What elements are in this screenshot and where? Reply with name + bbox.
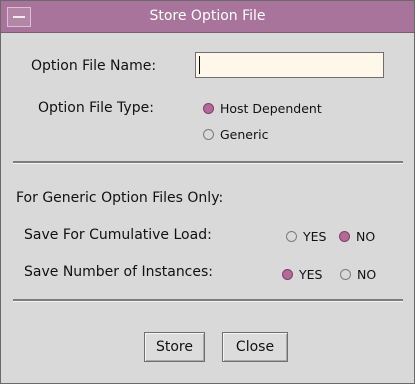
radio-label: NO: [356, 229, 376, 244]
cumulative-load-label: Save For Cumulative Load:: [24, 227, 212, 243]
radio-unselected-icon: [286, 231, 297, 242]
radio-label: Generic: [220, 127, 269, 142]
radio-selected-icon: [339, 231, 350, 242]
number-of-instances-label: Save Number of Instances:: [24, 264, 214, 280]
radio-host-dependent[interactable]: Host Dependent: [203, 101, 322, 116]
option-file-name-label: Option File Name:: [31, 58, 157, 74]
title-bar: Store Option File: [1, 1, 414, 33]
radio-generic[interactable]: Generic: [203, 127, 268, 142]
radio-unselected-icon: [203, 129, 214, 140]
dialog-content: Option File Name: Option File Type: Host…: [1, 33, 414, 382]
option-file-type-label: Option File Type:: [38, 100, 154, 116]
generic-section-heading: For Generic Option Files Only:: [16, 190, 224, 206]
text-cursor-icon: [199, 56, 200, 74]
radio-cumulative-no[interactable]: NO: [339, 229, 375, 244]
radio-unselected-icon: [340, 269, 351, 280]
radio-label: NO: [357, 267, 377, 282]
radio-label: YES: [303, 229, 327, 244]
radio-label: YES: [299, 267, 323, 282]
radio-selected-icon: [282, 269, 293, 280]
section-separator: [13, 161, 403, 164]
radio-instances-yes[interactable]: YES: [282, 267, 322, 282]
radio-instances-no[interactable]: NO: [340, 267, 376, 282]
close-button[interactable]: Close: [222, 332, 288, 362]
window-title: Store Option File: [149, 8, 266, 24]
store-button[interactable]: Store: [144, 332, 205, 362]
dialog-window: Store Option File Option File Name: Opti…: [0, 0, 415, 384]
radio-cumulative-yes[interactable]: YES: [286, 229, 326, 244]
button-separator: [13, 299, 403, 302]
radio-label: Host Dependent: [220, 101, 322, 116]
radio-selected-icon: [203, 103, 214, 114]
option-file-name-input[interactable]: [195, 52, 384, 78]
